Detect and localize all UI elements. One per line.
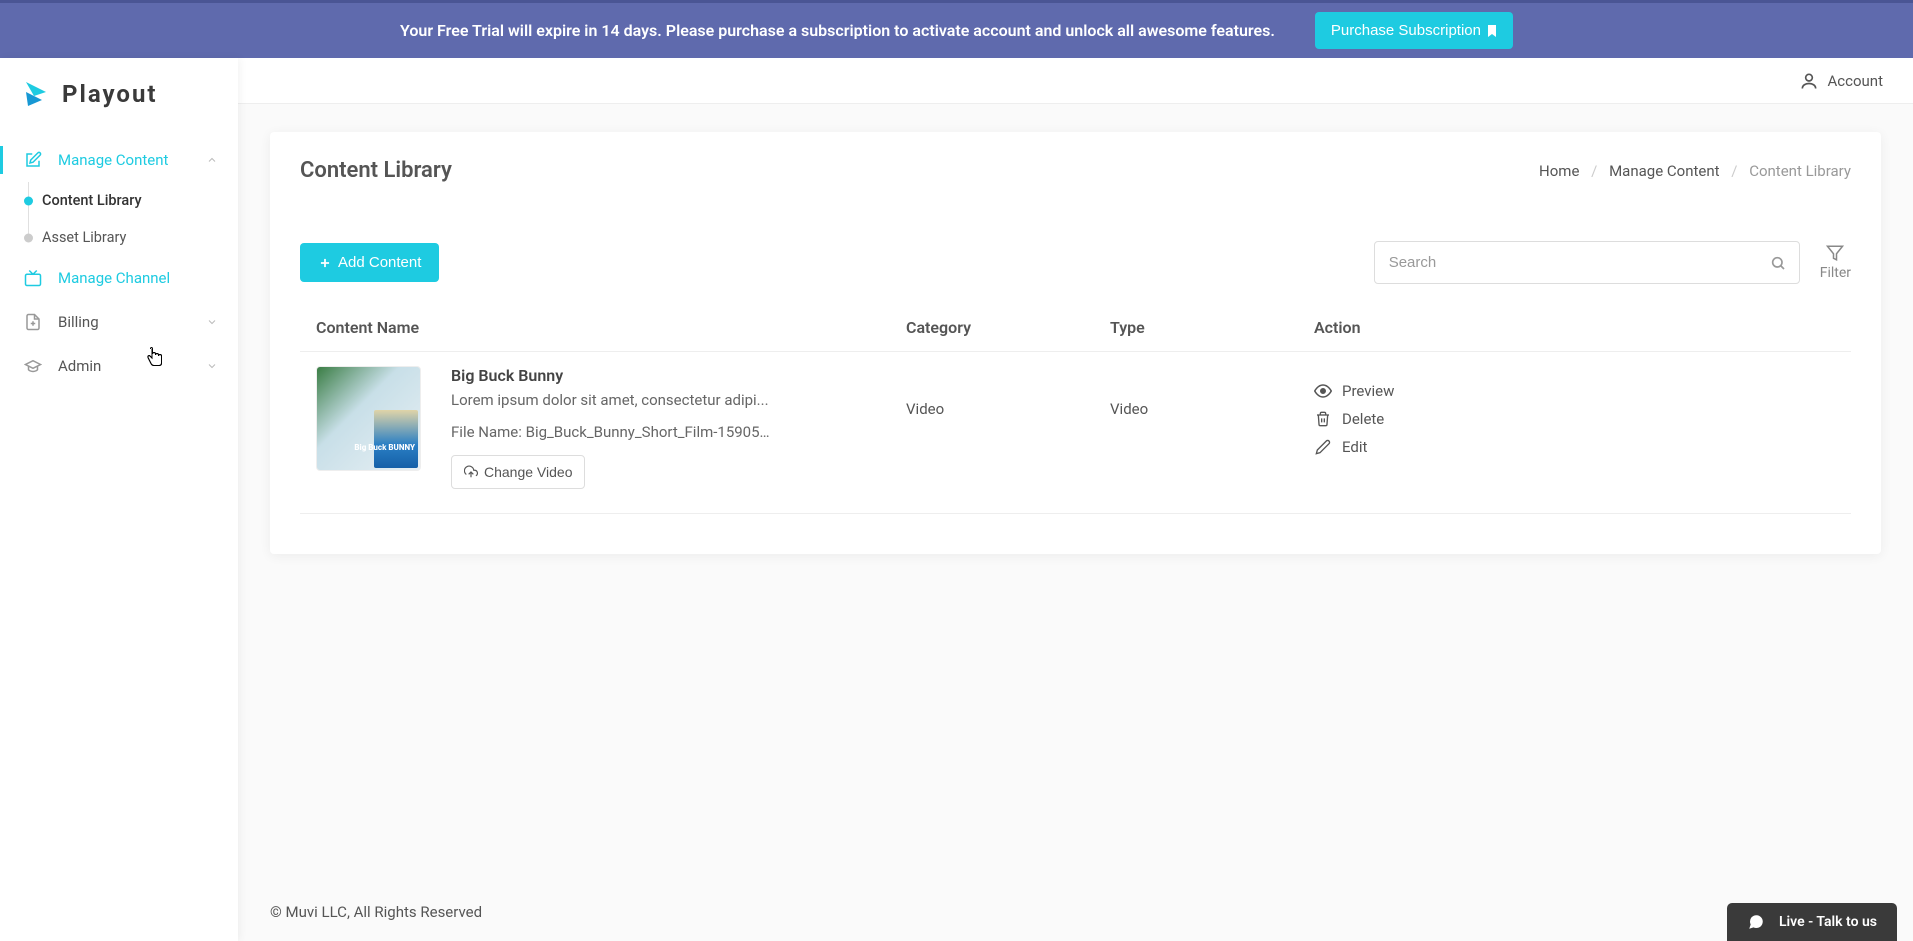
table-header: Content Name Category Type Action [300,304,1851,352]
delete-action[interactable]: Delete [1314,410,1835,428]
breadcrumb-home[interactable]: Home [1539,162,1579,180]
th-content-name: Content Name [316,318,906,337]
content-title: Big Buck Bunny [451,366,906,385]
search-input[interactable] [1374,241,1800,284]
dot-icon [24,233,33,242]
change-video-button[interactable]: Change Video [451,455,585,489]
sidebar-item-label: Admin [58,357,206,375]
pencil-icon [1314,439,1332,455]
change-video-label: Change Video [484,464,572,480]
bookmark-icon [1487,25,1497,37]
sidebar-item-manage-channel[interactable]: Manage Channel [0,256,238,300]
account-label: Account [1827,72,1883,90]
footer-copyright: © Muvi LLC, All Rights Reserved [238,883,1913,941]
edit-action[interactable]: Edit [1314,438,1835,456]
sidebar-item-label: Billing [58,313,206,331]
content-table: Content Name Category Type Action Big Bu… [300,304,1851,514]
trial-banner-text: Your Free Trial will expire in 14 days. … [400,21,1275,40]
sidebar-sub-asset-library[interactable]: Asset Library [22,219,238,256]
sidebar-item-billing[interactable]: Billing [0,300,238,344]
trash-icon [1314,411,1332,427]
topbar: Account [238,58,1913,104]
content-description: Lorem ipsum dolor sit amet, consectetur … [451,391,771,409]
user-icon [1799,71,1819,91]
playout-logo-icon [20,78,52,110]
content-filename: File Name: Big_Buck_Bunny_Short_Film-159… [451,423,771,441]
breadcrumb-sep: / [1591,162,1597,180]
plus-icon [318,256,332,270]
sidebar-item-manage-content[interactable]: Manage Content [0,138,238,182]
sidebar-subnav: Content Library Asset Library [0,182,238,256]
thumb-badge: Big Buck BUNNY [354,444,415,452]
filter-label: Filter [1820,265,1851,281]
preview-label: Preview [1342,382,1394,400]
breadcrumb-sep: / [1731,162,1737,180]
chevron-up-icon [206,154,218,166]
page-title: Content Library [300,158,452,183]
sidebar-item-label: Manage Content [58,151,206,169]
sidebar-sub-content-library[interactable]: Content Library [22,182,238,219]
sidebar-item-admin[interactable]: Admin [0,344,238,388]
chat-bubble-icon [1747,913,1765,931]
cell-category: Video [906,366,1110,489]
search-icon[interactable] [1770,255,1786,271]
breadcrumb-current: Content Library [1749,162,1851,180]
content-thumbnail[interactable]: Big Buck BUNNY [316,366,421,471]
funnel-icon [1826,244,1844,262]
filter-button[interactable]: Filter [1820,244,1851,281]
trial-banner: Your Free Trial will expire in 14 days. … [0,0,1913,58]
breadcrumb: Home / Manage Content / Content Library [1539,162,1851,180]
add-content-button[interactable]: Add Content [300,243,439,282]
invoice-icon [20,313,46,331]
th-type: Type [1110,318,1314,337]
tv-icon [20,269,46,287]
cell-type: Video [1110,366,1314,489]
th-action: Action [1314,318,1835,337]
brand-logo[interactable]: Playout [0,78,238,138]
live-chat-label: Live - Talk to us [1779,914,1877,930]
purchase-subscription-button[interactable]: Purchase Subscription [1315,12,1513,49]
preview-action[interactable]: Preview [1314,382,1835,400]
sidebar-item-label: Manage Channel [58,269,218,287]
live-chat-button[interactable]: Live - Talk to us [1727,903,1897,941]
content-card: Content Library Home / Manage Content / … [270,132,1881,554]
eye-icon [1314,382,1332,400]
upload-cloud-icon [464,465,478,479]
edit-label: Edit [1342,438,1367,456]
account-menu[interactable]: Account [1799,71,1883,91]
edit-icon [20,151,46,169]
th-category: Category [906,318,1110,337]
table-row: Big Buck BUNNY Big Buck Bunny Lorem ipsu… [300,352,1851,514]
chevron-down-icon [206,316,218,328]
sidebar-sub-label: Asset Library [42,229,126,246]
graduation-cap-icon [20,357,46,375]
sidebar: Playout Manage Content Content Library A… [0,58,238,941]
breadcrumb-manage-content[interactable]: Manage Content [1609,162,1719,180]
main: Account Content Library Home / Manage Co… [238,58,1913,941]
brand-name: Playout [62,80,158,108]
sidebar-sub-label: Content Library [42,192,142,209]
chevron-down-icon [206,360,218,372]
dot-icon [24,196,33,205]
search-wrap [1374,241,1800,284]
add-content-label: Add Content [338,254,421,271]
delete-label: Delete [1342,410,1384,428]
purchase-subscription-label: Purchase Subscription [1331,22,1481,39]
